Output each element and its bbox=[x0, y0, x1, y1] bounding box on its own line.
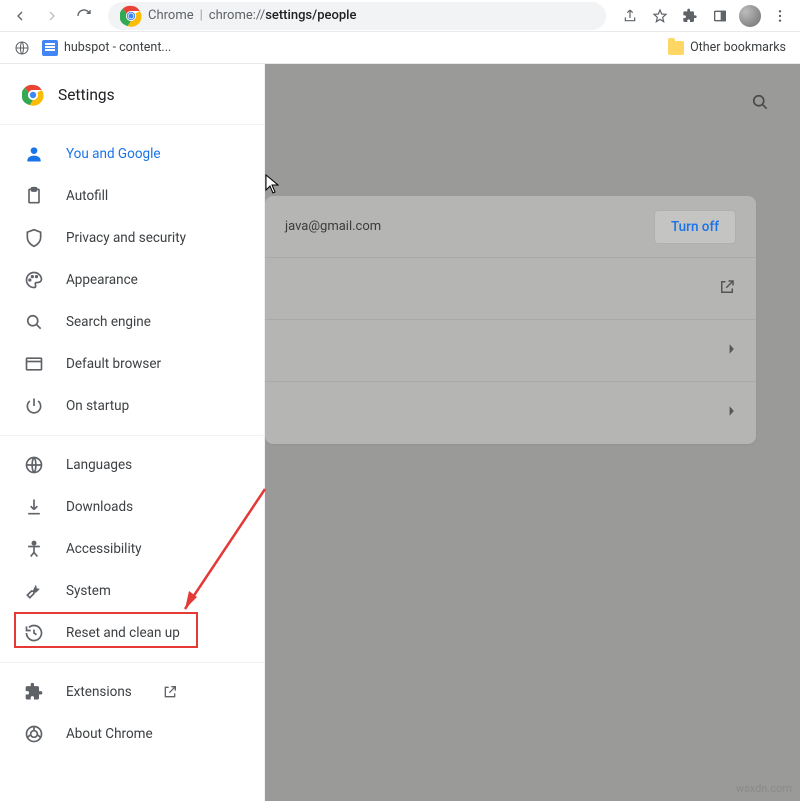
bookmark-star-button[interactable] bbox=[646, 2, 674, 30]
accessibility-icon bbox=[24, 539, 44, 559]
folder-icon bbox=[668, 41, 684, 55]
sidebar-item-appearance[interactable]: Appearance bbox=[0, 259, 264, 301]
sidebar-item-label: Downloads bbox=[66, 499, 133, 515]
docs-icon bbox=[42, 40, 58, 56]
globe-icon bbox=[24, 455, 44, 475]
open-external-icon bbox=[718, 278, 736, 300]
sidebar-item-label: Search engine bbox=[66, 314, 151, 330]
email-text: java@gmail.com bbox=[285, 219, 381, 234]
menu-button[interactable] bbox=[766, 2, 794, 30]
sidebar-item-label: Extensions bbox=[66, 684, 132, 700]
chevron-right-icon bbox=[728, 343, 736, 359]
sidebar-item-label: On startup bbox=[66, 398, 129, 414]
globe-icon bbox=[14, 40, 30, 56]
sync-card: java@gmail.com Turn off bbox=[265, 196, 756, 444]
search-settings-button[interactable] bbox=[750, 92, 770, 116]
sidebar-title: Settings bbox=[58, 86, 115, 104]
clipboard-icon bbox=[24, 186, 44, 206]
sidebar-item-search-engine[interactable]: Search engine bbox=[0, 301, 264, 343]
page-content: Settings You and Google Autofill Privacy… bbox=[0, 64, 800, 801]
bookmark-label: hubspot - content... bbox=[64, 40, 171, 55]
sidebar-item-default-browser[interactable]: Default browser bbox=[0, 343, 264, 385]
omnibox-url: chrome://settings/people bbox=[209, 8, 357, 23]
card-row-email[interactable]: java@gmail.com Turn off bbox=[265, 196, 756, 258]
browser-icon bbox=[24, 354, 44, 374]
wrench-icon bbox=[24, 581, 44, 601]
chrome-logo-icon bbox=[22, 84, 44, 106]
sidebar-item-label: Autofill bbox=[66, 188, 108, 204]
sidebar-item-label: Accessibility bbox=[66, 541, 142, 557]
sidebar-item-languages[interactable]: Languages bbox=[0, 444, 264, 486]
sidebar-item-label: You and Google bbox=[66, 146, 161, 162]
chrome-outline-icon bbox=[24, 724, 44, 744]
omnibox-chip: Chrome bbox=[148, 8, 194, 23]
card-row-3[interactable] bbox=[265, 320, 756, 382]
search-icon bbox=[24, 312, 44, 332]
back-button[interactable] bbox=[6, 2, 34, 30]
settings-sidebar: Settings You and Google Autofill Privacy… bbox=[0, 64, 265, 801]
bookmark-item-globe[interactable] bbox=[8, 36, 36, 60]
other-bookmarks-label: Other bookmarks bbox=[690, 40, 786, 55]
sidebar-item-label: About Chrome bbox=[66, 726, 153, 742]
sidebar-item-privacy[interactable]: Privacy and security bbox=[0, 217, 264, 259]
sidebar-item-label: Reset and clean up bbox=[66, 625, 180, 641]
sidebar-item-you-and-google[interactable]: You and Google bbox=[0, 133, 264, 175]
palette-icon bbox=[24, 270, 44, 290]
mouse-cursor-icon bbox=[265, 174, 279, 194]
sidebar-item-about-chrome[interactable]: About Chrome bbox=[0, 713, 264, 755]
sidebar-header: Settings bbox=[0, 64, 264, 124]
watermark: wsxdn.com bbox=[736, 782, 792, 795]
share-button[interactable] bbox=[616, 2, 644, 30]
forward-button[interactable] bbox=[38, 2, 66, 30]
download-icon bbox=[24, 497, 44, 517]
sidebar-item-reset-cleanup[interactable]: Reset and clean up bbox=[0, 612, 264, 654]
chrome-icon bbox=[120, 5, 142, 27]
sidebar-item-label: Default browser bbox=[66, 356, 161, 372]
sidebar-item-accessibility[interactable]: Accessibility bbox=[0, 528, 264, 570]
extensions-button[interactable] bbox=[676, 2, 704, 30]
sidebar-item-autofill[interactable]: Autofill bbox=[0, 175, 264, 217]
sidepanel-button[interactable] bbox=[706, 2, 734, 30]
sidebar-item-label: System bbox=[66, 583, 111, 599]
open-external-icon bbox=[162, 684, 178, 700]
bookmark-item-hubspot[interactable]: hubspot - content... bbox=[36, 36, 177, 60]
browser-toolbar: Chrome | chrome://settings/people bbox=[0, 0, 800, 32]
sidebar-item-label: Languages bbox=[66, 457, 132, 473]
card-row-4[interactable] bbox=[265, 382, 756, 444]
sidebar-item-label: Appearance bbox=[66, 272, 138, 288]
puzzle-icon bbox=[24, 682, 44, 702]
sidebar-item-on-startup[interactable]: On startup bbox=[0, 385, 264, 427]
bookmarks-bar: hubspot - content... Other bookmarks bbox=[0, 32, 800, 64]
person-icon bbox=[24, 144, 44, 164]
card-row-2[interactable] bbox=[265, 258, 756, 320]
omnibox[interactable]: Chrome | chrome://settings/people bbox=[108, 2, 606, 30]
sidebar-item-system[interactable]: System bbox=[0, 570, 264, 612]
shield-icon bbox=[24, 228, 44, 248]
chevron-right-icon bbox=[728, 405, 736, 421]
other-bookmarks[interactable]: Other bookmarks bbox=[662, 36, 792, 59]
sidebar-item-extensions[interactable]: Extensions bbox=[0, 671, 264, 713]
sidebar-item-downloads[interactable]: Downloads bbox=[0, 486, 264, 528]
profile-avatar[interactable] bbox=[736, 2, 764, 30]
settings-main: java@gmail.com Turn off wsxdn.com bbox=[265, 64, 800, 801]
reload-button[interactable] bbox=[70, 2, 98, 30]
sidebar-item-label: Privacy and security bbox=[66, 230, 186, 246]
power-icon bbox=[24, 396, 44, 416]
turn-off-button[interactable]: Turn off bbox=[654, 210, 736, 244]
restore-icon bbox=[24, 623, 44, 643]
